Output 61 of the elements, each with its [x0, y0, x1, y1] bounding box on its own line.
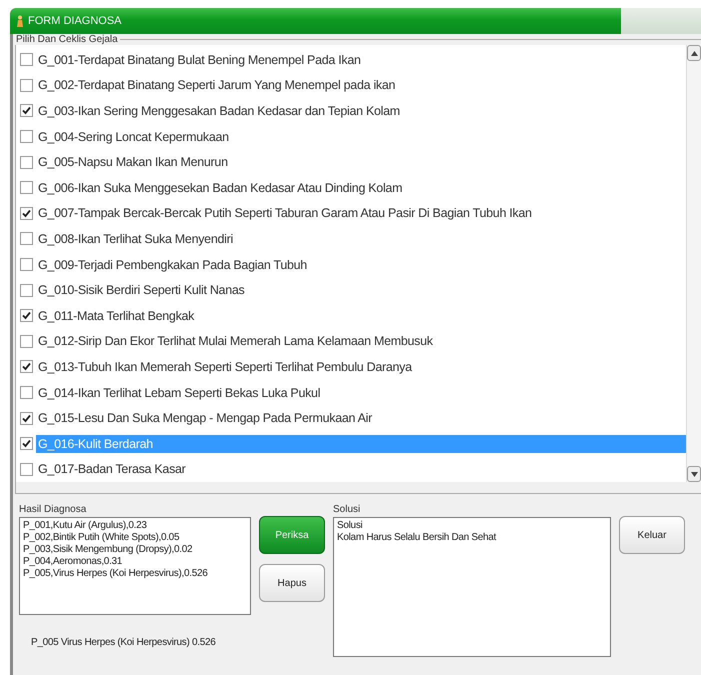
action-button[interactable]: Hapus [259, 564, 325, 602]
symptom-item[interactable]: G_013-Tubuh Ikan Memerah Seperti Seperti Terlihat Pembulu Daranya [36, 358, 414, 376]
symptom-item[interactable]: G_001-Terdapat Binatang Bulat Bening Menempel Pada Ikan [36, 50, 363, 69]
symptom-item[interactable]: G_015-Lesu Dan Suka Mengap - Mengap Pada Permukaan Air [36, 409, 374, 428]
symptom-item[interactable]: G_017-Badan Terasa Kasar [36, 460, 188, 478]
checkbox[interactable] [20, 232, 33, 246]
symptom-item[interactable]: G_009-Terjadi Pembengkakan Pada Bagian Tubuh [36, 256, 309, 274]
result-line: P_002,Bintik Putih (White Spots),0.05 [23, 532, 180, 544]
checkbox[interactable] [20, 181, 33, 194]
symptom-item[interactable]: G_004-Sering Loncat Kepermukaan [36, 128, 231, 146]
checkbox[interactable] [20, 334, 33, 348]
result-line: P_001,Kutu Air (Argulus),0.23 [23, 520, 148, 532]
symptom-item[interactable]: G_003-Ikan Sering Menggesakan Badan Kedasar dan Tepian Kolam [36, 102, 402, 120]
checkbox[interactable] [20, 156, 33, 169]
exit-button[interactable]: Keluar [619, 516, 685, 554]
checkmark-icon [22, 106, 31, 116]
final-result: P_005 Virus Herpes (Koi Herpesvirus) 0.526 [31, 637, 217, 648]
checkbox[interactable] [20, 462, 33, 476]
checkmark-icon [22, 208, 31, 218]
caret-down-icon [690, 472, 698, 477]
checkbox[interactable] [20, 284, 33, 297]
result-line: P_004,Aeromonas,0.31 [23, 556, 124, 568]
checkmark-icon [22, 439, 31, 448]
solution-line: Kolam Harus Selalu Bersih Dan Sehat [337, 532, 498, 544]
symptom-item[interactable]: G_012-Sirip Dan Ekor Terlihat Mulai Memerah Lama Kelamaan Membusuk [36, 332, 435, 350]
checkbox[interactable] [20, 258, 33, 272]
checkbox[interactable] [20, 206, 33, 220]
checkbox[interactable] [20, 130, 33, 144]
symptom-item[interactable]: G_006-Ikan Suka Menggesekan Badan Kedasar Atau Dinding Kolam [36, 178, 404, 197]
checkmark-icon [22, 414, 31, 423]
checkbox[interactable] [20, 437, 33, 450]
symptom-item[interactable]: G_008-Ikan Terlihat Suka Menyendiri [36, 230, 235, 248]
solution-line: Solusi [337, 520, 364, 532]
checkbox[interactable] [20, 386, 33, 400]
person-icon [16, 15, 24, 27]
checkbox[interactable] [20, 104, 33, 118]
checkbox[interactable] [20, 78, 33, 92]
checkbox[interactable] [20, 360, 33, 374]
scrollbar[interactable] [686, 45, 701, 482]
result-line: P_003,Sisik Mengembung (Dropsy),0.02 [23, 544, 194, 556]
group-legend: Pilih Dan Ceklis Gejala [14, 34, 120, 45]
results-label: Hasil Diagnosa [19, 504, 88, 515]
checkbox[interactable] [20, 53, 33, 66]
results-box[interactable]: P_001,Kutu Air (Argulus),0.23 P_002,Bintik Putih (White Spots),0.05 P_003,Sisik Mengembung (Dropsy),0.02 P_004,Aeromonas,0.31 P_005,Virus Herpes (Koi Herpesvirus),0.526 [19, 517, 251, 615]
checkmark-icon [22, 362, 31, 372]
result-line: P_005,Virus Herpes (Koi Herpesvirus),0.526 [23, 568, 209, 580]
symptom-item[interactable]: G_014-Ikan Terlihat Lebam Seperti Bekas Luka Pukul [36, 384, 322, 402]
symptom-item[interactable]: G_010-Sisik Berdiri Seperti Kulit Nanas [36, 281, 246, 300]
scroll-down-button[interactable] [687, 466, 701, 482]
scroll-up-button[interactable] [687, 45, 701, 61]
checkmark-icon [22, 311, 31, 320]
symptom-item[interactable]: G_007-Tampak Bercak-Bercak Putih Seperti Taburan Garam Atau Pasir Di Bagian Tubuh Ikan [36, 204, 534, 222]
window-title: FORM DIAGNOSA [10, 8, 621, 34]
caret-up-icon [690, 50, 698, 56]
checkbox[interactable] [20, 309, 33, 322]
symptom-item[interactable]: G_011-Mata Terlihat Bengkak [36, 306, 196, 325]
solution-label: Solusi [333, 504, 362, 515]
checkbox[interactable] [20, 412, 33, 425]
symptom-item[interactable]: G_005-Napsu Makan Ikan Menurun [36, 153, 230, 172]
symptom-item[interactable]: G_002-Terdapat Binatang Seperti Jarum Yang Menempel pada ikan [36, 76, 398, 94]
solution-box[interactable]: Solusi Kolam Harus Selalu Bersih Dan Sehat [333, 517, 611, 657]
